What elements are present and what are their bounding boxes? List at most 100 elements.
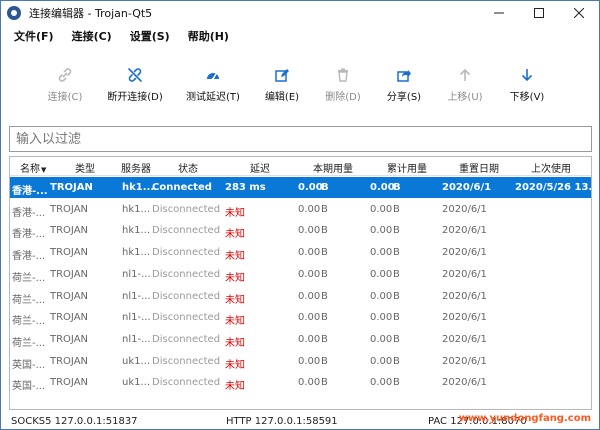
cell-total-usage: 0.00: [370, 312, 393, 324]
cell-reset-date: 2020/6/1: [442, 333, 487, 345]
title-bar: 连接编辑器 - Trojan-Qt5: [1, 1, 599, 24]
column-header-type[interactable]: 类型: [75, 160, 95, 175]
watermark: www.yundongfang.com: [458, 413, 591, 424]
cell-reset-date: 2020/6/1: [442, 312, 487, 324]
cell-server: hk1...: [122, 203, 151, 215]
cell-status: Disconnected: [152, 290, 221, 302]
cell-total-usage: 0.00: [370, 182, 395, 193]
cell-status: Disconnected: [152, 247, 221, 259]
column-header-period-usage[interactable]: 本期用量: [313, 160, 353, 175]
cell-server: nl1-...: [122, 333, 151, 345]
cell-type: TROJAN: [50, 290, 89, 302]
arrow-down-icon: [487, 64, 567, 86]
cell-status: Disconnected: [152, 225, 221, 237]
cell-period-unit: B: [321, 203, 328, 215]
cell-name: 香港-...: [12, 229, 46, 241]
table-row[interactable]: 荷兰-... TROJAN nl1-... Disconnected 未知 0.00 B 0.…: [10, 264, 591, 285]
cell-reset-date: 2020/6/1: [442, 355, 487, 367]
menu-settings[interactable]: 设置(S): [121, 28, 179, 44]
table-row[interactable]: 香港-... TROJAN hk1... Disconnected 未知 0.00 B 0.0…: [10, 199, 591, 220]
cell-period-unit: B: [321, 377, 328, 389]
filter-input[interactable]: [9, 126, 592, 152]
connection-table: 名称▼ 类型 服务器 状态 延迟 本期用量 累计用量 重置日期 上次使用 香港-…: [9, 156, 592, 410]
cell-total-unit: B: [393, 312, 400, 324]
cell-type: TROJAN: [50, 225, 89, 237]
table-row[interactable]: 荷兰-... TROJAN nl1-... Disconnected 未知 0.00 B 0.…: [10, 329, 591, 350]
cell-total-unit: B: [393, 268, 400, 280]
table-header: 名称▼ 类型 服务器 状态 延迟 本期用量 累计用量 重置日期 上次使用: [10, 157, 591, 176]
cell-latency: 未知: [225, 337, 245, 349]
unlink-icon: [95, 64, 175, 86]
cell-total-unit: B: [393, 203, 400, 215]
maximize-icon: [534, 7, 544, 18]
test-latency-button[interactable]: 测试延迟(T): [173, 64, 253, 103]
cell-period-usage: 0.00: [298, 333, 321, 345]
column-header-name[interactable]: 名称▼: [20, 160, 46, 175]
cell-reset-date: 2020/6/1: [442, 268, 487, 280]
cell-total-unit: B: [393, 225, 400, 237]
cell-period-unit: B: [321, 312, 328, 324]
cell-period-usage: 0.00: [298, 203, 321, 215]
cell-server: uk1...: [122, 355, 151, 367]
cell-total-usage: 0.00: [370, 355, 393, 367]
cell-period-unit: B: [321, 355, 328, 367]
speedometer-icon: [173, 64, 253, 86]
table-row[interactable]: 荷兰-... TROJAN nl1-... Disconnected 未知 0.00 B 0.…: [10, 307, 591, 328]
cell-server: nl1-...: [122, 268, 151, 280]
cell-reset-date: 2020/6/1: [442, 182, 492, 193]
cell-name: 英国-...: [12, 359, 46, 371]
cell-period-unit: B: [321, 333, 328, 345]
cell-type: TROJAN: [50, 333, 89, 345]
cell-last-used: 2020/5/26 13...: [515, 182, 592, 193]
cell-type: TROJAN: [50, 268, 89, 280]
minimize-icon: [494, 12, 504, 13]
socks-status: SOCKS5 127.0.0.1:51837: [11, 416, 138, 427]
cell-name: 荷兰-...: [12, 316, 46, 328]
table-row[interactable]: 香港-... TROJAN hk1... Disconnected 未知 0.00 B 0.0…: [10, 220, 591, 241]
cell-period-usage: 0.00: [298, 225, 321, 237]
minimize-button[interactable]: [479, 1, 519, 24]
cell-total-usage: 0.00: [370, 333, 393, 345]
column-header-status[interactable]: 状态: [178, 160, 198, 175]
cell-total-unit: B: [393, 290, 400, 302]
column-header-reset-date[interactable]: 重置日期: [459, 160, 499, 175]
table-row[interactable]: 英国-... TROJAN uk1... Disconnected 未知 0.00 B 0.0…: [10, 372, 591, 393]
cell-total-unit: B: [393, 182, 401, 193]
menu-connection[interactable]: 连接(C): [63, 28, 121, 44]
menu-help[interactable]: 帮助(H): [179, 28, 238, 44]
table-row[interactable]: 香港-... TROJAN hk1... Connected 283 ms 0.00 B 0.…: [10, 177, 592, 198]
cell-status: Connected: [152, 182, 212, 193]
cell-total-usage: 0.00: [370, 268, 393, 280]
table-row[interactable]: 香港-... TROJAN hk1... Disconnected 未知 0.00 B 0.0…: [10, 242, 591, 263]
table-row[interactable]: 荷兰-... TROJAN nl1-... Disconnected 未知 0.00 B 0.…: [10, 286, 591, 307]
column-header-total-usage[interactable]: 累计用量: [387, 160, 427, 175]
cell-period-unit: B: [321, 290, 328, 302]
table-row[interactable]: 英国-... TROJAN uk1... Disconnected 未知 0.00 B 0.0…: [10, 351, 591, 372]
close-button[interactable]: [559, 1, 599, 24]
http-status: HTTP 127.0.0.1:58591: [226, 416, 338, 427]
cell-latency: 未知: [225, 251, 245, 263]
cell-total-unit: B: [393, 377, 400, 389]
column-header-last-used[interactable]: 上次使用: [531, 160, 571, 175]
maximize-button[interactable]: [519, 1, 559, 24]
cell-status: Disconnected: [152, 312, 221, 324]
menu-bar: 文件(F) 连接(C) 设置(S) 帮助(H): [1, 25, 599, 47]
cell-server: nl1-...: [122, 290, 151, 302]
connect-button[interactable]: 连接(C): [25, 64, 105, 103]
cell-period-unit: B: [321, 268, 328, 280]
cell-latency: 未知: [225, 272, 245, 284]
cell-name: 香港-...: [12, 207, 46, 219]
cell-latency: 未知: [225, 207, 245, 219]
cell-latency: 未知: [225, 294, 245, 306]
cell-type: TROJAN: [50, 203, 89, 215]
column-header-latency[interactable]: 延迟: [250, 160, 270, 175]
test-latency-label: 测试延迟(T): [186, 92, 240, 103]
disconnect-button[interactable]: 断开连接(D): [95, 64, 175, 103]
menu-file[interactable]: 文件(F): [5, 28, 63, 44]
cell-type: TROJAN: [50, 182, 93, 193]
cell-reset-date: 2020/6/1: [442, 225, 487, 237]
move-down-button[interactable]: 下移(V): [487, 64, 567, 103]
cell-server: nl1-...: [122, 312, 151, 324]
cell-latency: 未知: [225, 229, 245, 241]
column-header-server[interactable]: 服务器: [121, 160, 151, 175]
